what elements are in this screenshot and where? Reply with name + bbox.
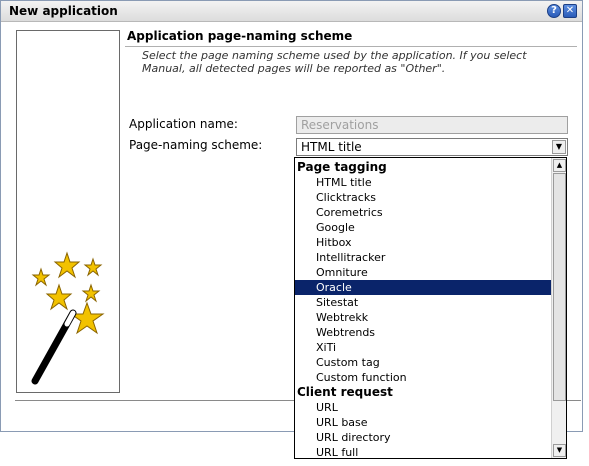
dropdown-group-header: Client request bbox=[297, 385, 393, 399]
selected-scheme-value: HTML title bbox=[301, 140, 362, 154]
app-name-field[interactable]: Reservations bbox=[296, 116, 568, 134]
dropdown-option[interactable]: HTML title bbox=[295, 175, 551, 190]
dropdown-scrollbar[interactable]: ▲ ▼ bbox=[551, 158, 566, 458]
dropdown-option[interactable]: Custom tag bbox=[295, 355, 551, 370]
dropdown-option[interactable]: Custom function bbox=[295, 370, 551, 385]
dropdown-option[interactable]: Coremetrics bbox=[295, 205, 551, 220]
scheme-dropdown-list[interactable]: Page tagging HTML title Clicktracks Coremet… bbox=[294, 157, 567, 459]
dropdown-option[interactable]: URL base bbox=[295, 415, 551, 430]
scroll-down-icon[interactable]: ▼ bbox=[553, 444, 566, 457]
dropdown-option[interactable]: Webtrekk bbox=[295, 310, 551, 325]
page-naming-scheme-select[interactable]: HTML title ▼ bbox=[296, 138, 568, 156]
dropdown-group-header: Page tagging bbox=[297, 160, 387, 174]
dropdown-options: Page tagging HTML title Clicktracks Coremet… bbox=[295, 160, 551, 458]
scroll-up-icon[interactable]: ▲ bbox=[553, 159, 566, 172]
chevron-down-icon[interactable]: ▼ bbox=[552, 140, 566, 154]
app-name-label: Application name: bbox=[129, 117, 238, 131]
magic-wand-stars-icon bbox=[31, 251, 105, 385]
dropdown-option[interactable]: Intellitracker bbox=[295, 250, 551, 265]
page-description: Select the page naming scheme used by th… bbox=[142, 49, 527, 75]
wizard-image-pane bbox=[16, 30, 120, 393]
help-icon[interactable]: ? bbox=[547, 4, 561, 18]
dropdown-option[interactable]: Oracle bbox=[295, 280, 551, 295]
dropdown-option[interactable]: Hitbox bbox=[295, 235, 551, 250]
dropdown-option[interactable]: Omniture bbox=[295, 265, 551, 280]
page-heading: Application page-naming scheme bbox=[127, 29, 353, 43]
dropdown-option[interactable]: XiTi bbox=[295, 340, 551, 355]
title-bar: New application ? ✕ bbox=[1, 1, 582, 22]
dropdown-option[interactable]: URL bbox=[295, 400, 551, 415]
dropdown-option[interactable]: Clicktracks bbox=[295, 190, 551, 205]
dropdown-option[interactable]: Google bbox=[295, 220, 551, 235]
scheme-label: Page-naming scheme: bbox=[129, 138, 263, 152]
dropdown-option[interactable]: URL directory bbox=[295, 430, 551, 445]
dropdown-option[interactable]: Webtrends bbox=[295, 325, 551, 340]
close-icon[interactable]: ✕ bbox=[563, 4, 577, 18]
dropdown-option[interactable]: Sitestat bbox=[295, 295, 551, 310]
scrollbar-thumb[interactable] bbox=[553, 173, 566, 401]
heading-divider bbox=[125, 46, 577, 47]
dropdown-option[interactable]: URL full bbox=[295, 445, 551, 458]
window-title: New application bbox=[9, 4, 118, 18]
